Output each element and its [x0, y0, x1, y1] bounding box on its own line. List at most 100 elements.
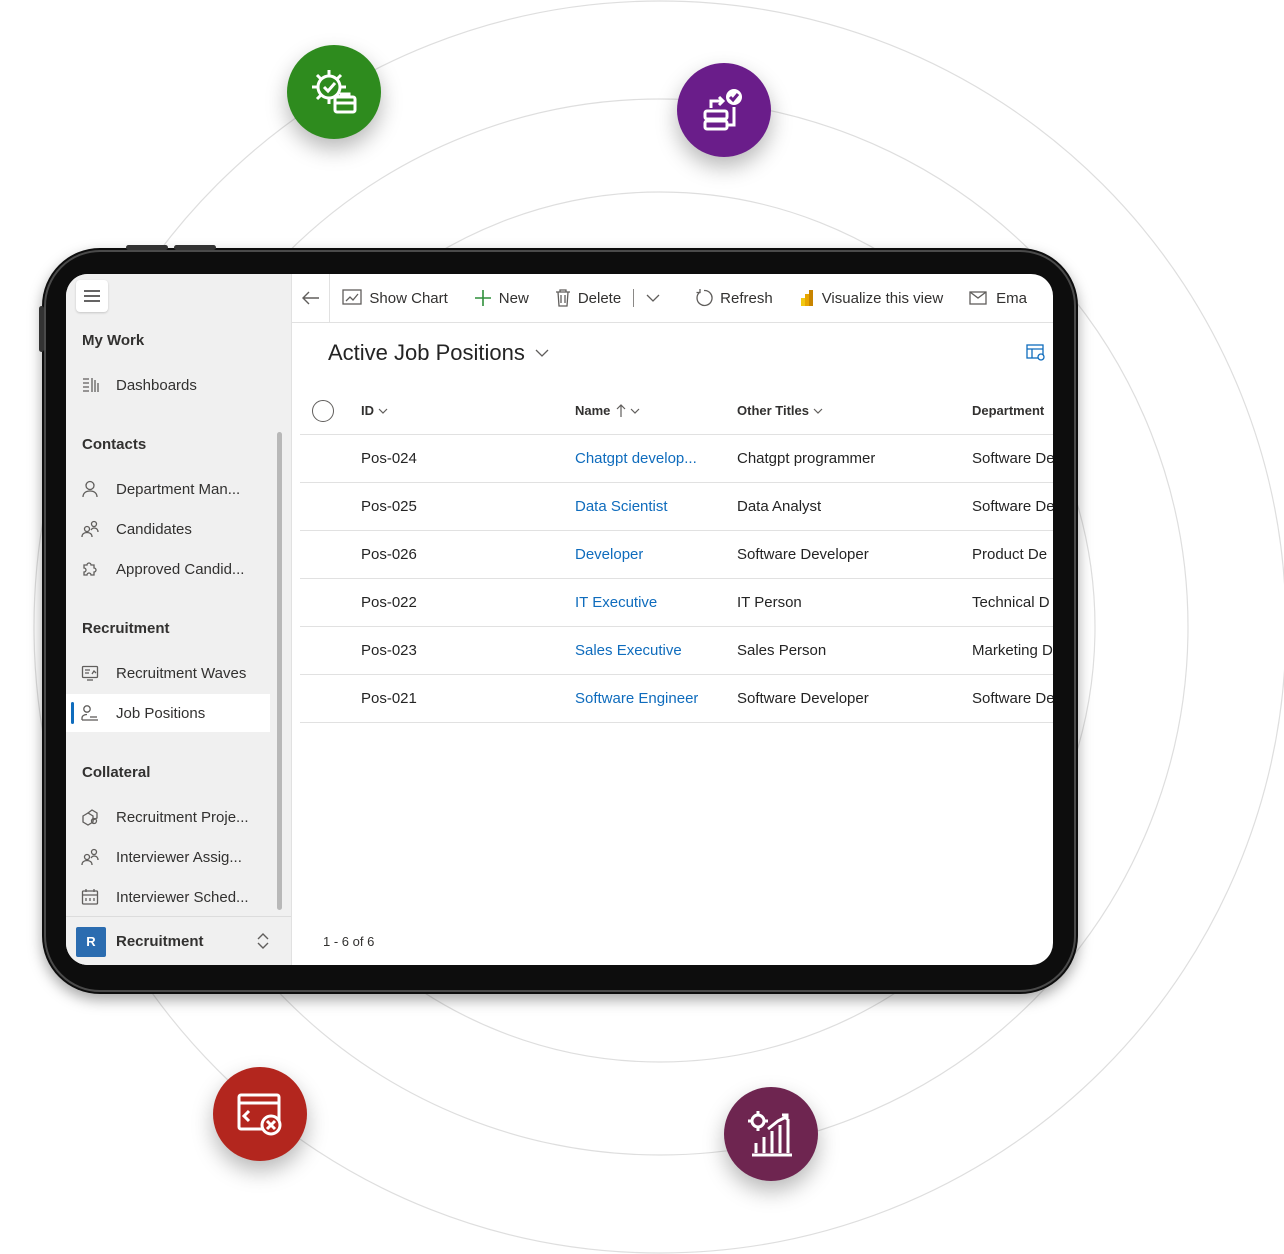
cell-name-link[interactable]: IT Executive	[575, 594, 657, 611]
person-icon	[80, 479, 100, 499]
table-row[interactable]: Pos-025 Data Scientist Data Analyst Soft…	[300, 483, 1053, 531]
sidebar-item-approved-candidates[interactable]: Approved Candid...	[66, 550, 270, 588]
table-row[interactable]: Pos-023 Sales Executive Sales Person Mar…	[300, 627, 1053, 675]
chevron-up-down-icon	[257, 933, 269, 949]
cell-department: Product De	[972, 546, 1048, 563]
sidebar-item-recruitment-waves[interactable]: Recruitment Waves	[66, 654, 270, 692]
view-selector[interactable]: Active Job Positions	[328, 340, 549, 366]
project-icon	[80, 807, 100, 827]
growth-chart-gear-icon	[724, 1087, 818, 1181]
email-link-button[interactable]: Ema	[969, 290, 1027, 307]
data-grid: ID Name Other Titles Department Pos-024	[300, 388, 1053, 723]
section-contacts: Contacts	[82, 436, 147, 453]
area-badge: R	[76, 926, 106, 957]
table-row[interactable]: Pos-022 IT Executive IT Person Technical…	[300, 579, 1053, 627]
chevron-down-icon	[813, 408, 823, 414]
hamburger-icon	[84, 290, 100, 302]
sidebar-item-label: Department Man...	[116, 480, 241, 498]
back-arrow-icon	[301, 291, 319, 305]
section-recruitment: Recruitment	[82, 620, 170, 637]
new-label: New	[498, 289, 529, 307]
cell-department: Software De	[972, 450, 1053, 467]
section-collateral: Collateral	[82, 764, 151, 781]
page-title: Active Job Positions	[328, 340, 525, 365]
sidebar-item-interviewer-assignments[interactable]: Interviewer Assig...	[66, 838, 270, 876]
sidebar-item-label: Approved Candid...	[116, 560, 245, 578]
refresh-icon	[696, 289, 713, 307]
view-settings-button[interactable]	[1026, 344, 1046, 367]
refresh-label: Refresh	[720, 289, 773, 307]
cell-id: Pos-021	[361, 690, 417, 707]
chevron-down-icon	[630, 408, 640, 414]
cell-other-titles: Chatgpt programmer	[737, 450, 876, 467]
cell-department: Marketing D	[972, 642, 1053, 659]
chevron-down-icon	[378, 408, 388, 414]
sort-ascending-icon	[616, 403, 626, 417]
column-header-department[interactable]: Department	[972, 403, 1044, 418]
section-my-work: My Work	[82, 332, 145, 349]
sidebar-item-recruitment-projects[interactable]: Recruitment Proje...	[66, 798, 270, 836]
column-header-name[interactable]: Name	[575, 403, 640, 418]
sidebar-item-interviewer-schedules[interactable]: Interviewer Sched...	[66, 878, 270, 916]
waves-icon	[80, 663, 100, 683]
chart-icon	[342, 289, 363, 305]
area-name: Recruitment	[116, 933, 204, 950]
sidebar-item-dashboards[interactable]: Dashboards	[66, 366, 270, 404]
visualize-button[interactable]: Visualize this view	[799, 289, 943, 307]
plus-icon	[474, 290, 491, 306]
new-button[interactable]: New	[474, 289, 529, 307]
delete-more-button[interactable]	[633, 289, 667, 307]
sidebar-item-candidates[interactable]: Candidates	[66, 510, 270, 548]
job-position-icon	[80, 703, 100, 723]
sidebar-item-label: Recruitment Proje...	[116, 808, 249, 826]
dashboard-icon	[80, 375, 100, 395]
sidebar-item-label: Interviewer Sched...	[116, 888, 249, 906]
power-bi-icon	[800, 290, 813, 306]
sidebar-item-label: Recruitment Waves	[116, 664, 247, 682]
trash-icon	[555, 289, 570, 307]
show-chart-button[interactable]: Show Chart	[342, 289, 448, 307]
delete-label: Delete	[577, 289, 622, 307]
hamburger-menu-button[interactable]	[76, 280, 108, 312]
delete-button[interactable]: Delete	[555, 289, 621, 307]
cell-name-link[interactable]: Software Engineer	[575, 690, 698, 707]
cell-other-titles: IT Person	[737, 594, 802, 611]
visualize-label: Visualize this view	[821, 289, 944, 307]
email-label: Ema	[996, 289, 1027, 307]
puzzle-icon	[80, 559, 100, 579]
column-header-id[interactable]: ID	[361, 403, 388, 418]
cell-name-link[interactable]: Chatgpt develop...	[575, 450, 697, 467]
column-header-other-titles[interactable]: Other Titles	[737, 403, 823, 418]
cell-name-link[interactable]: Developer	[575, 546, 643, 563]
grid-header: ID Name Other Titles Department	[300, 388, 1053, 435]
sidebar-item-label: Candidates	[116, 520, 192, 538]
sidebar-item-label: Interviewer Assig...	[116, 848, 242, 866]
cell-id: Pos-025	[361, 498, 417, 515]
cell-name-link[interactable]: Sales Executive	[575, 642, 682, 659]
sidebar-scrollbar[interactable]	[277, 432, 282, 910]
table-row[interactable]: Pos-026 Developer Software Developer Pro…	[300, 531, 1053, 579]
people-icon	[80, 519, 100, 539]
email-icon	[969, 291, 987, 305]
record-count: 1 - 6 of 6	[323, 934, 375, 949]
cell-id: Pos-023	[361, 642, 417, 659]
table-row[interactable]: Pos-024 Chatgpt develop... Chatgpt progr…	[300, 435, 1053, 483]
main-content: Show Chart New Delete Refresh Visualize …	[292, 274, 1053, 965]
cell-other-titles: Software Developer	[737, 546, 869, 563]
cell-department: Software De	[972, 690, 1053, 707]
cell-other-titles: Sales Person	[737, 642, 827, 659]
refresh-button[interactable]: Refresh	[695, 289, 773, 307]
cell-id: Pos-022	[361, 594, 417, 611]
sidebar-item-department-managers[interactable]: Department Man...	[66, 470, 270, 508]
sidebar-item-job-positions[interactable]: Job Positions	[66, 694, 270, 732]
select-all-checkbox[interactable]	[312, 400, 334, 422]
view-settings-icon	[1026, 344, 1045, 361]
workflow-server-icon	[677, 63, 771, 157]
gear-briefcase-icon	[287, 45, 381, 139]
cell-department: Technical D	[972, 594, 1050, 611]
area-switcher[interactable]: R Recruitment	[66, 916, 291, 965]
back-button[interactable]	[292, 274, 331, 322]
cell-name-link[interactable]: Data Scientist	[575, 498, 668, 515]
chevron-down-icon	[535, 349, 549, 357]
table-row[interactable]: Pos-021 Software Engineer Software Devel…	[300, 675, 1053, 723]
